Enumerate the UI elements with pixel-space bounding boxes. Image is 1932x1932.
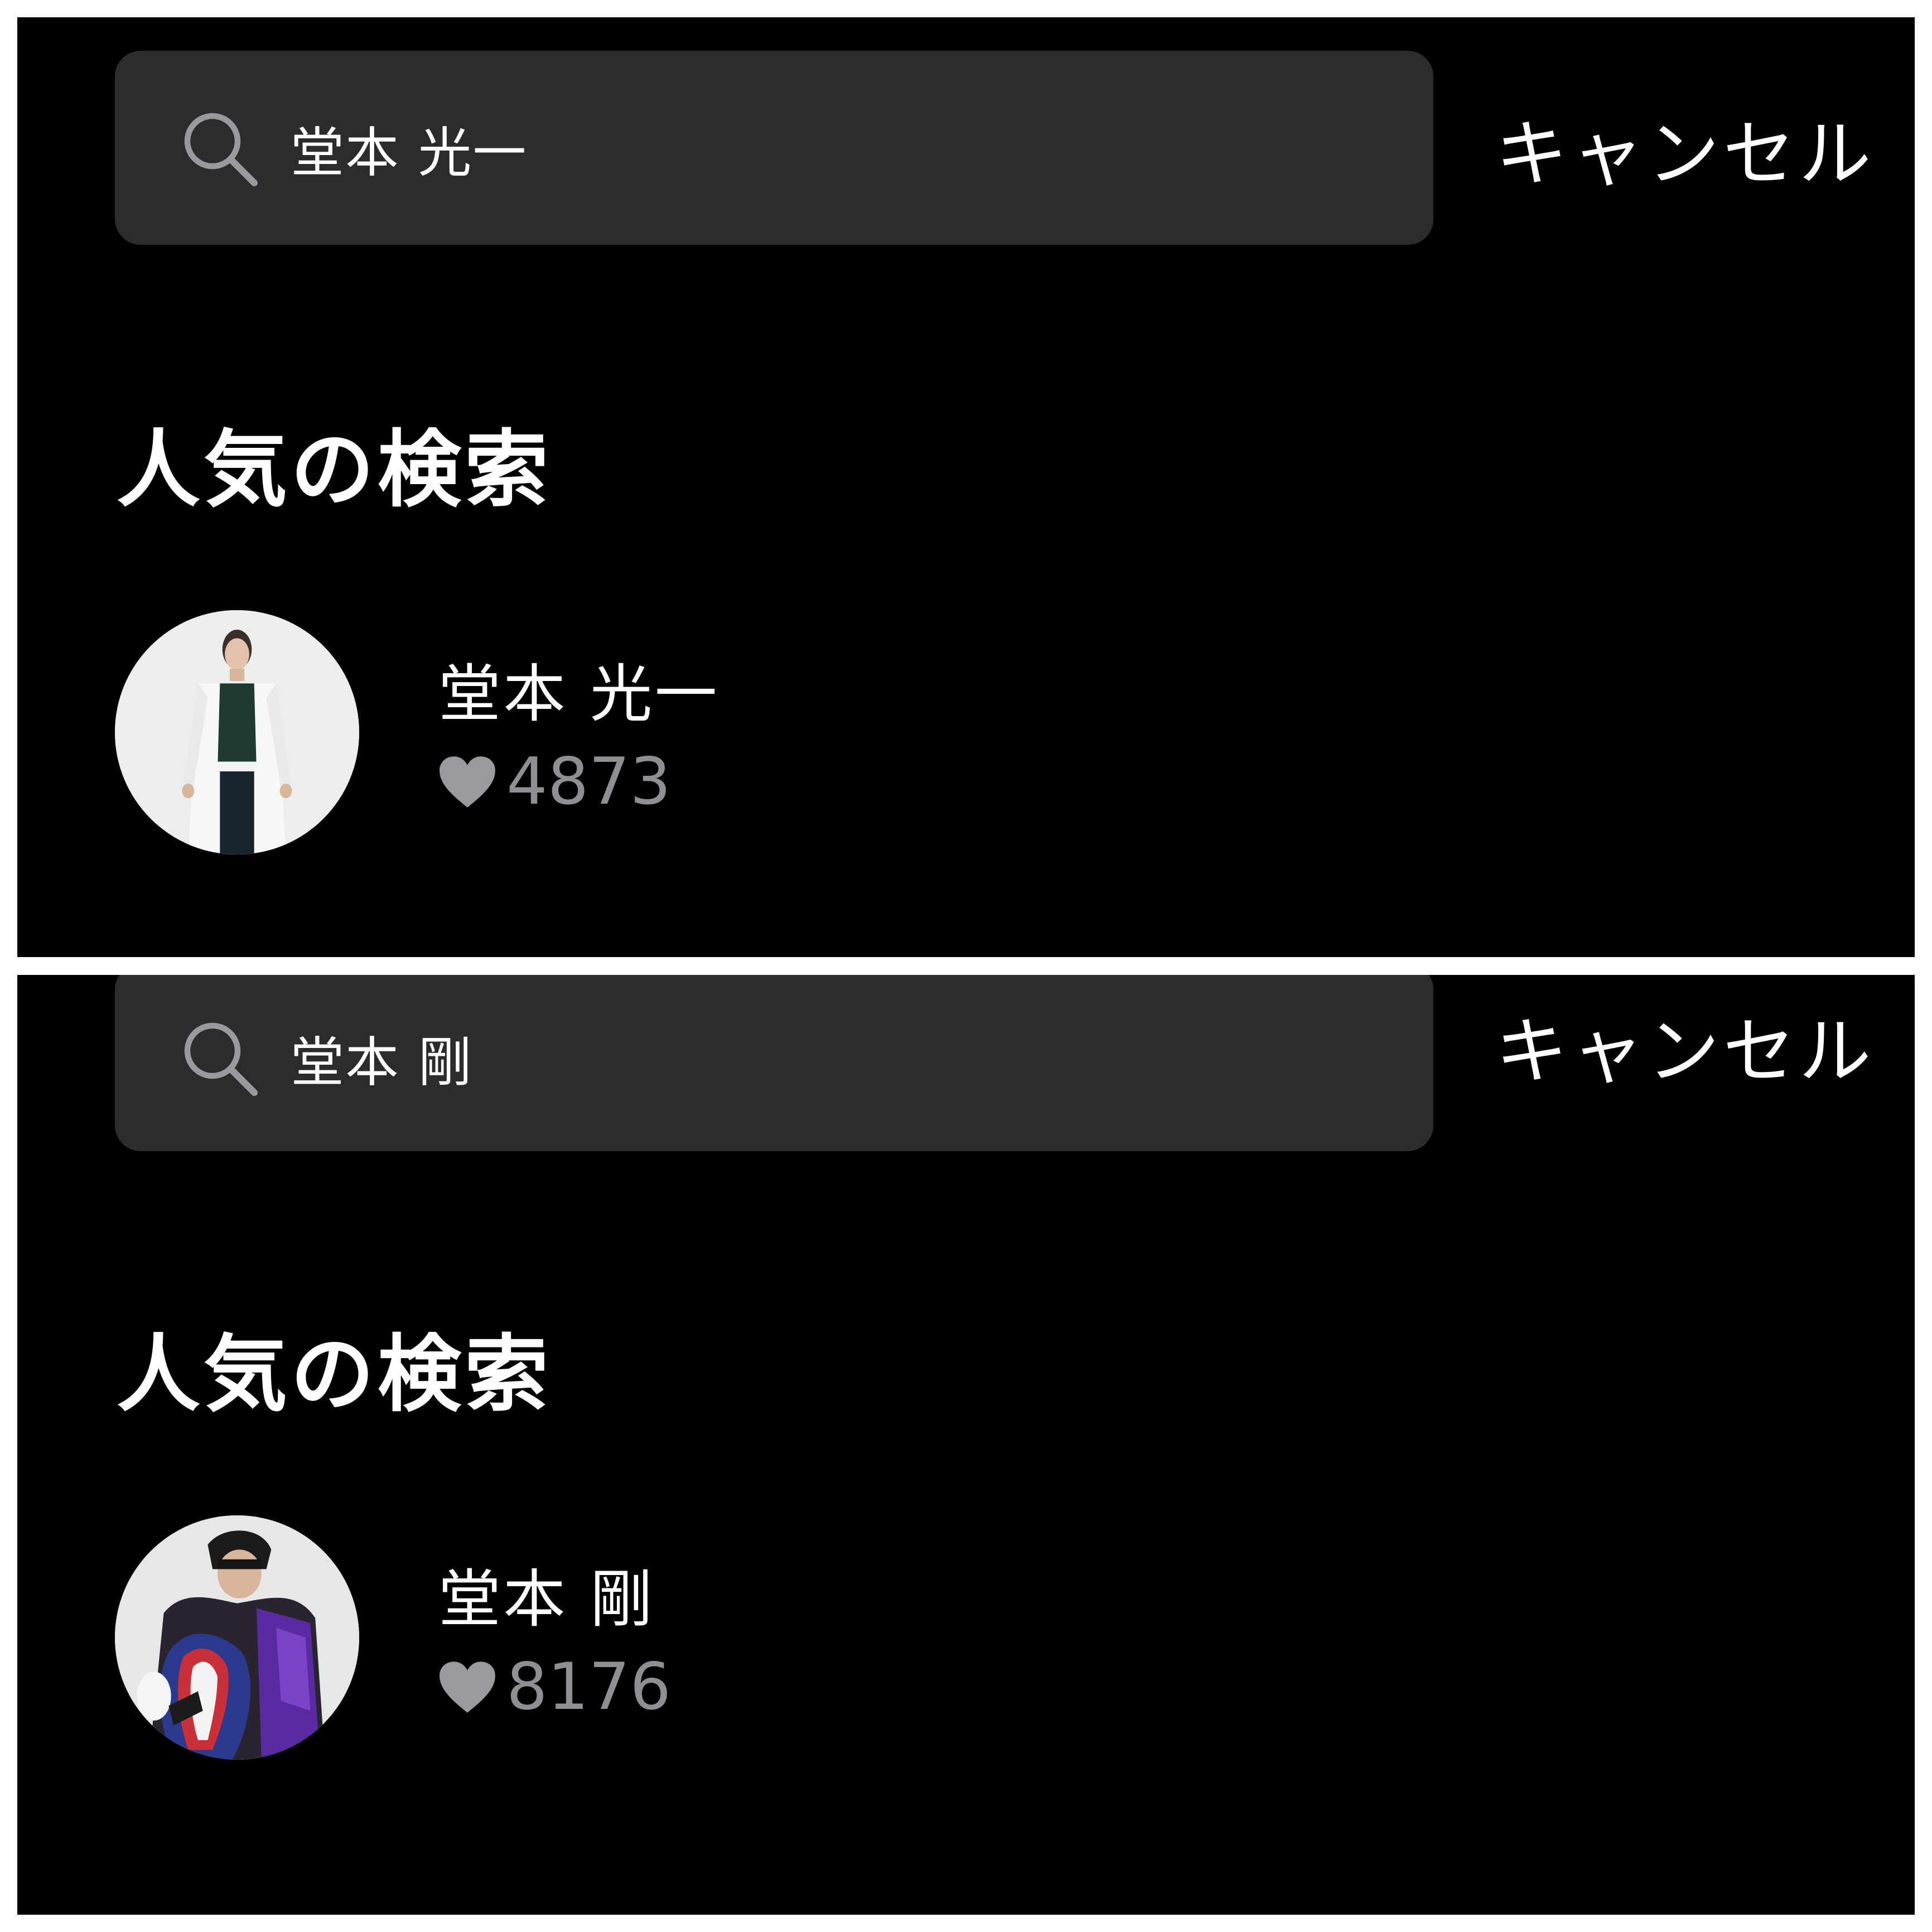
- result-name: 堂本 光一: [438, 658, 719, 731]
- search-icon: [184, 113, 258, 186]
- search-result-item[interactable]: 堂本 剛 8176: [115, 1515, 951, 1761]
- search-bar[interactable]: 堂本 光一: [115, 51, 1433, 245]
- search-icon: [184, 1022, 258, 1096]
- heart-icon: [439, 756, 495, 808]
- search-screen-koichi: 堂本 光一 キャンセル 人気の検索 堂本 光一 4873: [17, 17, 1915, 957]
- heart-icon: [439, 1661, 495, 1713]
- result-name: 堂本 剛: [438, 1563, 655, 1636]
- section-title-popular-searches: 人気の検索: [117, 1326, 552, 1423]
- search-input[interactable]: 堂本 剛: [291, 975, 1350, 1151]
- cancel-button[interactable]: キャンセル: [1495, 92, 1886, 204]
- likes-value: 4873: [506, 744, 672, 819]
- search-bar[interactable]: 堂本 剛: [115, 975, 1433, 1151]
- likes-count: 8176: [438, 1649, 671, 1725]
- search-input[interactable]: 堂本 光一: [291, 51, 1350, 245]
- avatar: [115, 610, 359, 854]
- likes-value: 8176: [506, 1649, 672, 1725]
- profile-photo: [115, 1515, 359, 1760]
- cancel-button[interactable]: キャンセル: [1495, 989, 1886, 1101]
- search-result-item[interactable]: 堂本 光一 4873: [115, 610, 951, 856]
- profile-photo: [115, 610, 359, 854]
- search-screen-tsuyoshi: 堂本 剛 キャンセル 人気の検索 堂本 剛 8176: [17, 975, 1915, 1915]
- likes-count: 4873: [438, 744, 671, 819]
- avatar: [115, 1515, 359, 1760]
- section-title-popular-searches: 人気の検索: [117, 422, 552, 519]
